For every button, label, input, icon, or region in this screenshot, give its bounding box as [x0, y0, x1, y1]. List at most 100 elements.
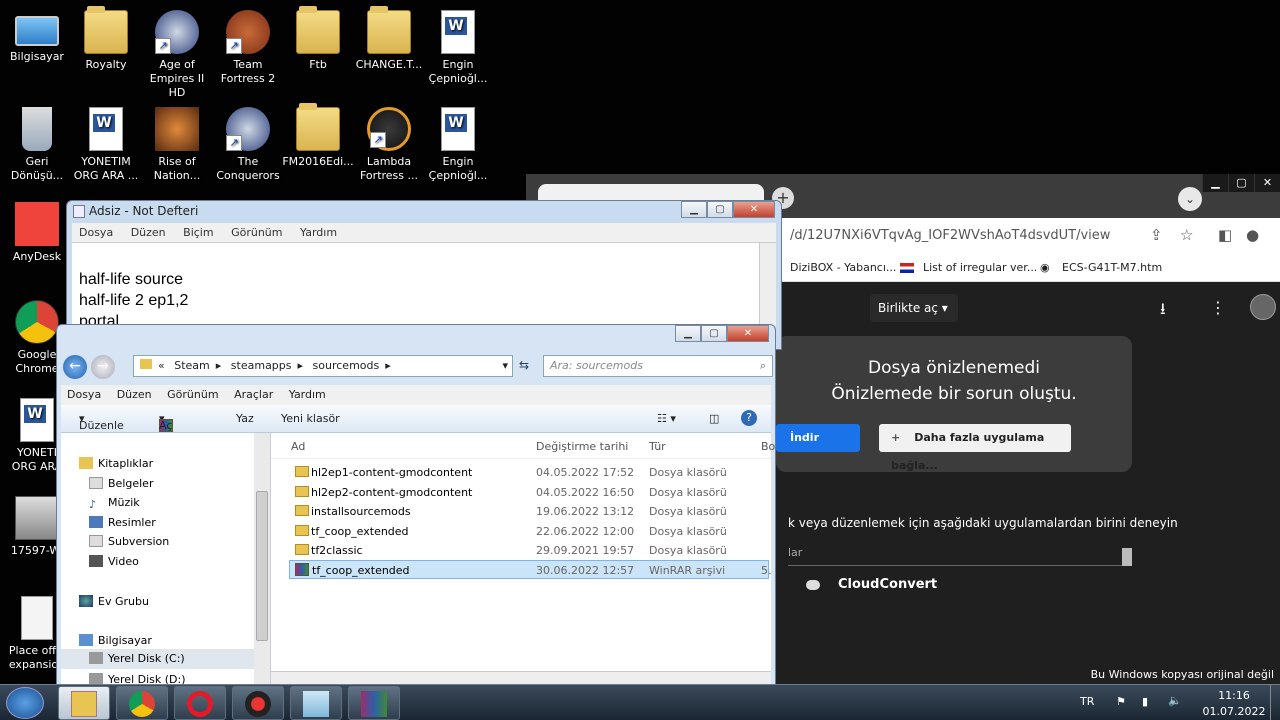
minimize-button[interactable]: ▁	[681, 201, 707, 218]
column-type[interactable]: Tür	[649, 440, 666, 453]
preview-pane-icon[interactable]: ◫	[709, 412, 719, 425]
table-row[interactable]: hl2ep2-content-gmodcontent 04.05.2022 16:…	[289, 483, 769, 502]
notepad-titlebar[interactable]: Adsiz - Not Defteri ▁ ▢ ✕	[67, 201, 781, 223]
download-button[interactable]: İndir	[776, 424, 860, 452]
desktop-icon-age-of-empires[interactable]: Age of Empires II HD	[141, 6, 213, 100]
taskbar-explorer[interactable]	[58, 686, 110, 720]
maximize-button[interactable]: ▢	[701, 325, 727, 342]
menu-bicim[interactable]: Biçim	[183, 226, 213, 239]
desktop-icon-ftb[interactable]: Ftb	[282, 6, 354, 72]
column-name[interactable]: Ad	[291, 440, 305, 453]
column-modified[interactable]: Değiştirme tarihi	[536, 440, 628, 453]
flag-icon[interactable]: ⚑	[1116, 695, 1134, 708]
clock-time[interactable]: 11:16	[1214, 689, 1254, 702]
table-row[interactable]: hl2ep1-content-gmodcontent 04.05.2022 17:…	[289, 463, 769, 482]
taskbar-opera[interactable]	[174, 686, 226, 720]
profile-icon[interactable]: ●	[1246, 226, 1259, 244]
desktop-icon-lambda-fortress[interactable]: Lambda Fortress ...	[353, 103, 425, 183]
menu-gorunum[interactable]: Görünüm	[231, 226, 282, 239]
desktop-icon-engin-doc[interactable]: Engin Çepnioğl...	[422, 6, 494, 86]
clock-date[interactable]: 01.07.2022	[1202, 705, 1266, 718]
nav-homegroup[interactable]: Ev Grubu	[79, 595, 149, 608]
search-input[interactable]: Ara: sourcemods ⌕	[543, 355, 773, 377]
desktop-icon-royalty[interactable]: Royalty	[70, 6, 142, 72]
horizontal-scrollbar[interactable]	[271, 671, 771, 685]
explorer-titlebar[interactable]: ▁ ▢ ✕	[57, 325, 775, 347]
open-with-button[interactable]: Birlikte aç ▾	[870, 294, 958, 322]
sidepanel-icon[interactable]: ◧	[1218, 226, 1232, 244]
maximize-button[interactable]: ▢	[707, 201, 733, 218]
desktop-icon-fm2016[interactable]: FM2016Edi...	[282, 103, 354, 169]
new-folder-button[interactable]: Yeni klasör	[281, 412, 340, 425]
breadcrumb-sourcemods[interactable]: sourcemods	[313, 359, 380, 372]
star-icon[interactable]: ☆	[1180, 226, 1193, 244]
breadcrumb-steam[interactable]: Steam	[174, 359, 210, 372]
url-text[interactable]: /d/12U7NXi6VTqvAg_IOF2WVshAoT4dsvdUT/vie…	[790, 228, 1110, 243]
network-icon[interactable]: ▮	[1142, 695, 1160, 708]
close-button[interactable]: ✕	[733, 201, 775, 218]
more-apps-button[interactable]: + Daha fazla uygulama bağla...	[879, 424, 1071, 472]
share-icon[interactable]: ⇪	[1150, 226, 1163, 244]
desktop-icon-recycle-bin[interactable]: Geri Dönüşü...	[1, 103, 73, 183]
menu-dosya[interactable]: Dosya	[67, 388, 101, 401]
desktop-icon-change[interactable]: CHANGE.T...	[353, 6, 425, 72]
menu-dosya[interactable]: Dosya	[79, 226, 113, 239]
print-button[interactable]: Yaz	[236, 412, 254, 425]
breadcrumb-steamapps[interactable]: steamapps	[231, 359, 292, 372]
desktop-icon-engin-doc-2[interactable]: Engin Çepnioğl...	[422, 103, 494, 183]
menu-gorunum[interactable]: Görünüm	[167, 388, 218, 401]
app-cloudconvert[interactable]: CloudConvert	[802, 577, 937, 592]
table-row[interactable]: tf2classic 29.09.2021 19:57 Dosya klasörü	[289, 541, 769, 560]
table-row[interactable]: installsourcemods 19.06.2022 13:12 Dosya k…	[289, 502, 769, 521]
nav-pictures[interactable]: Resimler	[89, 516, 156, 529]
menu-yardim[interactable]: Yardım	[300, 226, 337, 239]
close-button[interactable]: ✕	[1254, 174, 1280, 192]
menu-yardim[interactable]: Yardım	[289, 388, 326, 401]
scrollbar[interactable]	[254, 433, 270, 685]
menu-duzen[interactable]: Düzen	[131, 226, 166, 239]
forward-button[interactable]: →	[91, 355, 115, 379]
minimize-button[interactable]: ▁	[675, 325, 701, 342]
scrollbar-thumb[interactable]	[256, 491, 268, 641]
nav-subversion[interactable]: Subversion	[89, 535, 169, 548]
taskbar-winrar[interactable]	[348, 686, 400, 720]
download-icon[interactable]: ⭳	[1160, 298, 1166, 325]
desktop-icon-team-fortress[interactable]: Team Fortress 2	[212, 6, 284, 86]
show-desktop-button[interactable]	[1270, 685, 1280, 720]
volume-icon[interactable]: 🔈	[1168, 694, 1186, 707]
table-row[interactable]: tf_coop_extended 22.06.2022 12:00 Dosya kl…	[289, 522, 769, 541]
maximize-button[interactable]: ▢	[1228, 174, 1254, 192]
language-indicator[interactable]: TR	[1080, 695, 1100, 708]
desktop-icon-conquerors[interactable]: The Conquerors	[212, 103, 284, 183]
breadcrumb[interactable]: « Steam ▸ steamapps ▸ sourcemods ▸ ▾	[133, 355, 513, 377]
start-button[interactable]	[6, 687, 44, 719]
close-button[interactable]: ✕	[727, 325, 769, 342]
organize-button[interactable]: Düzenle ▾	[79, 412, 124, 432]
taskbar-chrome[interactable]	[116, 686, 168, 720]
avatar[interactable]	[1250, 294, 1276, 320]
open-button[interactable]: Aç ▾	[159, 412, 173, 432]
column-size[interactable]: Bo	[761, 440, 775, 453]
minimize-button[interactable]: ▁	[1202, 174, 1228, 192]
scrollbar[interactable]	[1122, 548, 1132, 566]
help-icon[interactable]: ?	[741, 410, 757, 426]
nav-computer[interactable]: Bilgisayar	[79, 634, 152, 647]
app-search-input[interactable]: lar	[788, 546, 1132, 566]
view-options-icon[interactable]: ☷ ▾	[657, 412, 676, 425]
nav-music[interactable]: ♪ Müzik	[89, 496, 140, 511]
nav-libraries[interactable]: Kitaplıklar	[79, 457, 153, 470]
desktop-icon-yonetim[interactable]: YONETIM ORG ARA ...	[70, 103, 142, 183]
desktop-icon-rise-of-nations[interactable]: Rise of Nation...	[141, 103, 213, 183]
desktop-icon-anydesk[interactable]: AnyDesk	[1, 198, 73, 264]
bookmark-ecs[interactable]: ECS-G41T-M7.htm	[1062, 261, 1162, 274]
refresh-icon[interactable]: ⇆	[519, 358, 529, 372]
taskbar-recorder[interactable]	[232, 686, 284, 720]
bookmark-irregular[interactable]: List of irregular ver...	[923, 261, 1037, 274]
more-icon[interactable]: ⋮	[1210, 298, 1226, 317]
bookmark-dizibox[interactable]: DiziBOX - Yabancı...	[790, 261, 896, 274]
nav-video[interactable]: Video	[89, 555, 139, 568]
nav-disk-c[interactable]: Yerel Disk (C:)	[61, 649, 255, 669]
nav-documents[interactable]: Belgeler	[89, 477, 153, 490]
desktop-icon-computer[interactable]: Bilgisayar	[1, 6, 73, 64]
chevron-down-icon[interactable]: ▾	[502, 356, 508, 376]
